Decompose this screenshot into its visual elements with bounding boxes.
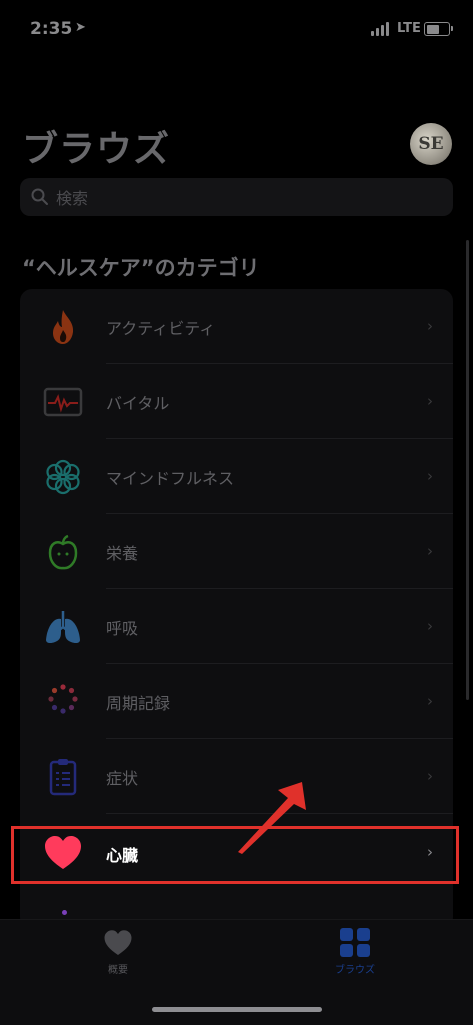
- category-label: 呼吸: [106, 619, 139, 638]
- lungs-icon: [46, 611, 80, 644]
- category-label: アクティビティ: [106, 319, 216, 338]
- category-row-nutrition[interactable]: 栄養 ›: [20, 514, 453, 589]
- avatar-initials: SE: [418, 134, 444, 154]
- tab-label: 概要: [108, 965, 128, 976]
- category-label: マインドフルネス: [106, 469, 235, 488]
- battery-icon: [424, 22, 453, 36]
- cycle-tracking-icon: [48, 684, 78, 714]
- mindfulness-flower-icon: [46, 459, 80, 495]
- pointer-arrow-icon: [238, 782, 306, 854]
- category-row-cycle-tracking[interactable]: 周期記録 ›: [20, 664, 453, 739]
- grid-icon: [340, 928, 370, 957]
- flame-icon: [53, 310, 74, 344]
- category-row-mindfulness[interactable]: マインドフルネス ›: [20, 439, 453, 514]
- tab-label: ブラウズ: [335, 965, 375, 976]
- network-type: LTE: [397, 21, 421, 36]
- category-label: 栄養: [106, 544, 139, 563]
- clipboard-icon: [49, 759, 77, 796]
- search-icon: [31, 188, 48, 205]
- tab-browse[interactable]: ブラウズ: [295, 928, 415, 988]
- chevron-right-icon: ›: [427, 542, 433, 560]
- status-bar: 2:35 ➤ LTE: [0, 0, 473, 58]
- avatar[interactable]: SE: [410, 123, 452, 165]
- category-row-activity[interactable]: アクティビティ ›: [20, 289, 453, 364]
- status-time: 2:35: [30, 19, 73, 39]
- chevron-right-icon: ›: [427, 317, 433, 335]
- page-title: ブラウズ: [22, 129, 171, 170]
- section-title: “ヘルスケア”のカテゴリ: [22, 256, 260, 280]
- search-bar[interactable]: [20, 178, 453, 218]
- category-label: 周期記録: [106, 694, 171, 713]
- heart-icon: [104, 930, 132, 955]
- chevron-right-icon: ›: [427, 467, 433, 485]
- tab-summary[interactable]: 概要: [58, 928, 178, 988]
- location-arrow-icon: ➤: [75, 20, 86, 35]
- category-row-respiratory[interactable]: 呼吸 ›: [20, 589, 453, 664]
- chevron-right-icon: ›: [427, 692, 433, 710]
- search-input[interactable]: [54, 178, 438, 218]
- category-label: 症状: [106, 769, 139, 788]
- home-indicator[interactable]: [152, 1007, 322, 1012]
- signal-icon: [371, 22, 393, 36]
- chevron-right-icon: ›: [427, 617, 433, 635]
- apple-icon: [48, 534, 78, 570]
- vitals-monitor-icon: [43, 387, 83, 417]
- chevron-right-icon: ›: [427, 392, 433, 410]
- chevron-right-icon: ›: [427, 767, 433, 785]
- category-row-vitals[interactable]: バイタル ›: [20, 364, 453, 439]
- scroll-indicator: [466, 240, 469, 700]
- next-category-icon-partial: [62, 910, 67, 915]
- category-label: バイタル: [106, 394, 170, 413]
